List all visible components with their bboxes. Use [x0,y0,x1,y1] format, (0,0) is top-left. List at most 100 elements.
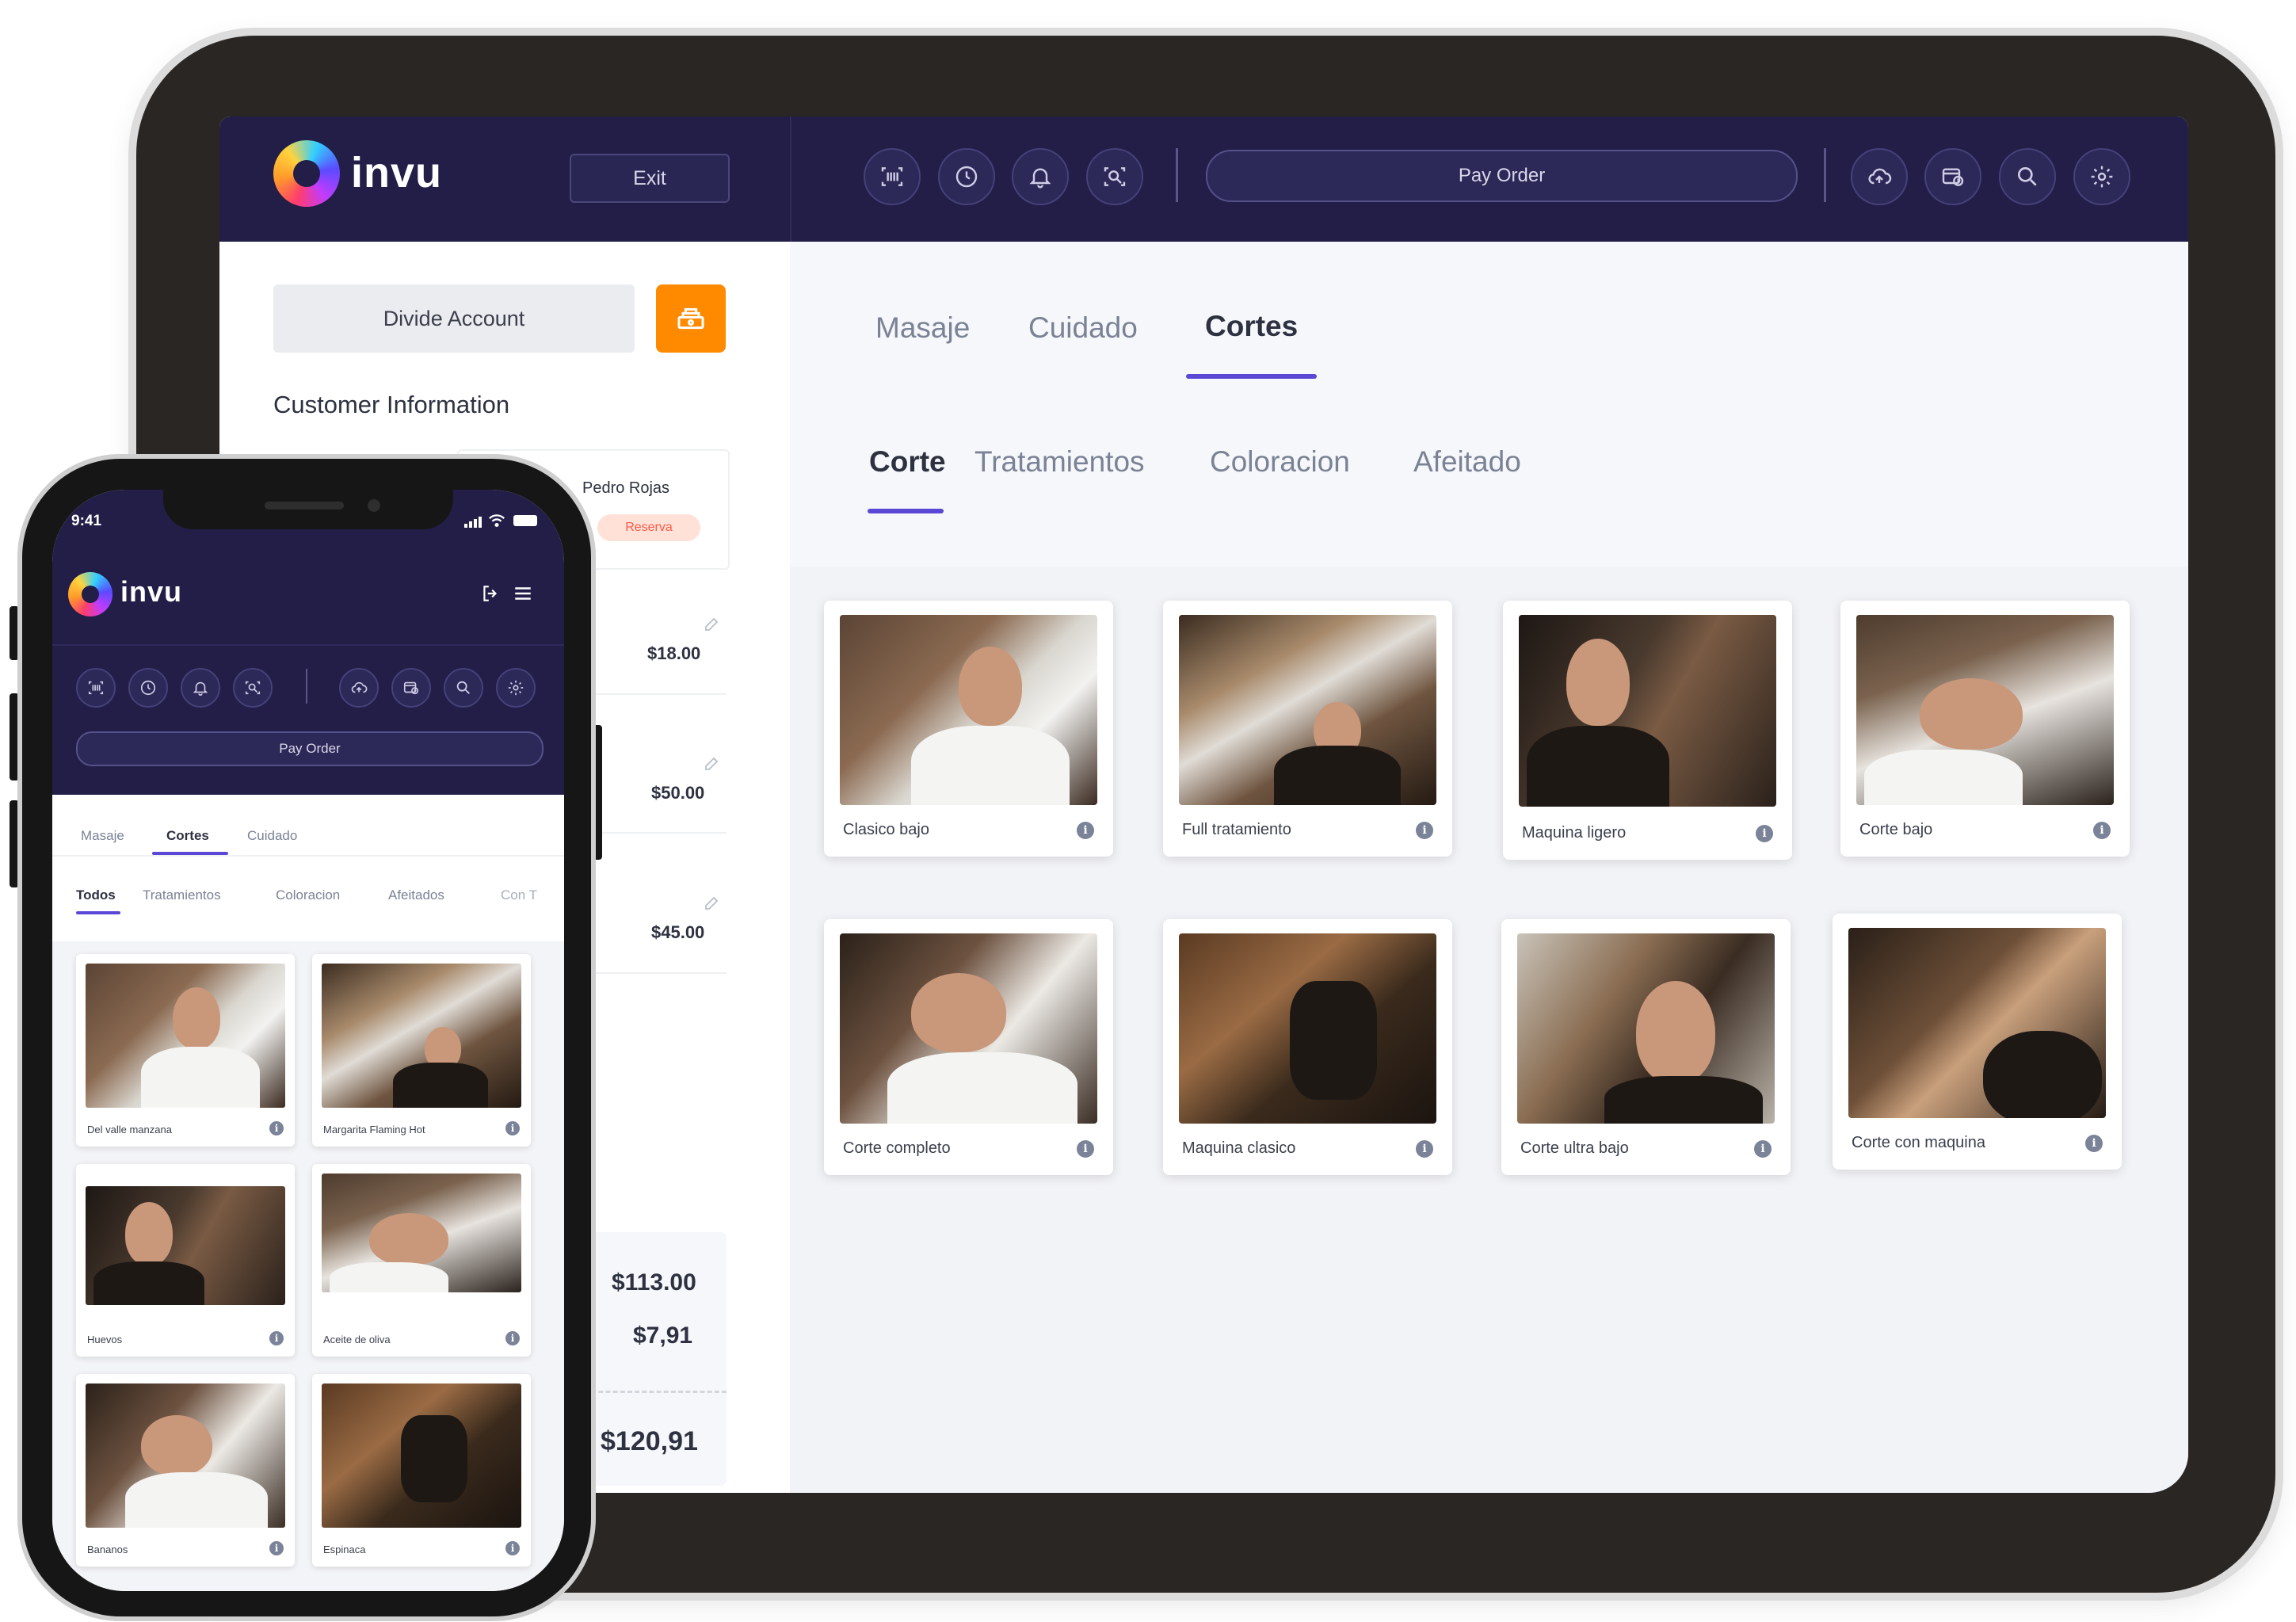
product-photo [322,1383,521,1528]
tab-cuidado[interactable]: Cuidado [1028,311,1138,345]
edit-icon[interactable] [703,893,722,912]
subtab-afeitado[interactable]: Afeitado [1413,445,1521,479]
product-photo [322,964,521,1108]
barcode-scan-icon[interactable] [864,148,921,205]
product-name: Bananos [87,1544,128,1555]
calendar-clock-icon[interactable] [1924,148,1981,205]
menu-icon[interactable] [512,583,534,604]
search-icon[interactable] [1999,148,2056,205]
subtab-tratamientos[interactable]: Tratamientos [143,887,221,903]
info-icon[interactable]: i [1416,822,1433,839]
info-icon[interactable]: i [1756,825,1773,842]
subtab-tratamientos[interactable]: Tratamientos [974,445,1145,479]
product-card[interactable]: Corte con maquina i [1833,914,2122,1170]
product-card[interactable]: Corte bajo i [1840,601,2130,857]
info-icon[interactable]: i [269,1331,284,1345]
tab-masaje[interactable]: Masaje [81,828,124,844]
subtotal-value: $113.00 [612,1269,696,1296]
barcode-scan-icon[interactable] [76,668,116,708]
cloud-sync-icon[interactable] [339,668,379,708]
search-icon[interactable] [444,668,483,708]
info-icon[interactable]: i [269,1541,284,1555]
tab-cortes[interactable]: Cortes [1205,310,1298,343]
tab-cortes[interactable]: Cortes [166,828,209,844]
face-scan-icon[interactable] [1086,148,1143,205]
bell-icon[interactable] [181,668,220,708]
product-photo [840,933,1097,1124]
info-icon[interactable]: i [505,1121,520,1135]
phone-notch [163,490,453,529]
product-card[interactable]: Huevos i [76,1164,295,1357]
product-card[interactable]: Aceite de oliva i [312,1164,531,1357]
subtab-todos[interactable]: Todos [76,887,116,903]
header-left-section: invu Exit [219,116,791,242]
product-card[interactable]: Margarita Flaming Hot i [312,954,531,1147]
product-card[interactable]: Maquina ligero i [1503,601,1792,860]
product-photo [1848,928,2106,1118]
tabs-divider [52,855,564,857]
tabs-area: Masaje Cuidado Cortes Corte Tratamientos… [790,242,2188,567]
gear-icon[interactable] [496,668,536,708]
bell-icon[interactable] [1012,148,1069,205]
product-card[interactable]: Full tratamiento i [1163,601,1452,857]
pay-order-button[interactable]: Pay Order [76,731,543,766]
clock-icon[interactable] [938,148,995,205]
battery-icon [513,515,537,526]
product-photo [1856,615,2114,805]
subtab-afeitados[interactable]: Afeitados [388,887,444,903]
face-scan-icon[interactable] [233,668,273,708]
product-name: Clasico bajo [843,821,929,838]
info-icon[interactable]: i [505,1331,520,1345]
active-tab-indicator [1186,374,1317,379]
info-icon[interactable]: i [2085,1135,2103,1152]
edit-icon[interactable] [703,614,722,633]
product-card[interactable]: Corte ultra bajo i [1501,919,1791,1175]
product-photo [1179,615,1436,805]
info-icon[interactable]: i [1416,1140,1433,1158]
product-card[interactable]: Bananos i [76,1374,295,1567]
tab-masaje[interactable]: Masaje [875,311,970,345]
product-name: Corte con maquina [1852,1134,1985,1151]
info-icon[interactable]: i [1077,1140,1094,1158]
line-price: $18.00 [647,643,701,663]
product-photo [1519,615,1776,807]
subtab-coloracion[interactable]: Coloracion [276,887,340,903]
edit-icon[interactable] [703,754,722,773]
product-name: Huevos [87,1334,123,1345]
product-photo [86,1383,285,1528]
cloud-sync-icon[interactable] [1851,148,1908,205]
header-divider-left [1176,148,1178,202]
divide-account-button[interactable]: Divide Account [273,284,635,353]
logout-icon[interactable] [480,583,501,604]
header-divider-right [1824,148,1826,202]
tab-cuidado[interactable]: Cuidado [247,828,297,844]
subtab-coloracion[interactable]: Coloracion [1210,445,1350,479]
line-price: $50.00 [651,783,705,803]
info-icon[interactable]: i [505,1541,520,1555]
brand-name: invu [120,575,183,608]
info-icon[interactable]: i [1754,1140,1772,1158]
cash-drawer-button[interactable] [656,284,726,353]
exit-button[interactable]: Exit [570,154,730,203]
tablet-header: invu Exit Pay Order [219,116,2188,242]
subtab-con-t[interactable]: Con T [501,887,537,903]
gear-icon[interactable] [2073,148,2130,205]
info-icon[interactable]: i [2093,822,2111,839]
product-card[interactable]: Del valle manzana i [76,954,295,1147]
brand-name: invu [351,149,443,197]
product-card[interactable]: Corte completo i [824,919,1113,1175]
product-card[interactable]: Maquina clasico i [1163,919,1452,1175]
product-card[interactable]: Espinaca i [312,1374,531,1567]
info-icon[interactable]: i [269,1121,284,1135]
info-icon[interactable]: i [1077,822,1094,839]
product-name: Maquina ligero [1522,824,1627,842]
clock-icon[interactable] [128,668,168,708]
pay-order-button[interactable]: Pay Order [1206,150,1798,202]
calendar-clock-icon[interactable] [391,668,431,708]
invu-logo-icon [68,572,113,616]
product-card[interactable]: Clasico bajo i [824,601,1113,857]
subtab-corte[interactable]: Corte [869,445,946,479]
line-price: $45.00 [651,922,705,942]
header-divider [52,644,564,646]
customer-information-title: Customer Information [273,391,510,418]
